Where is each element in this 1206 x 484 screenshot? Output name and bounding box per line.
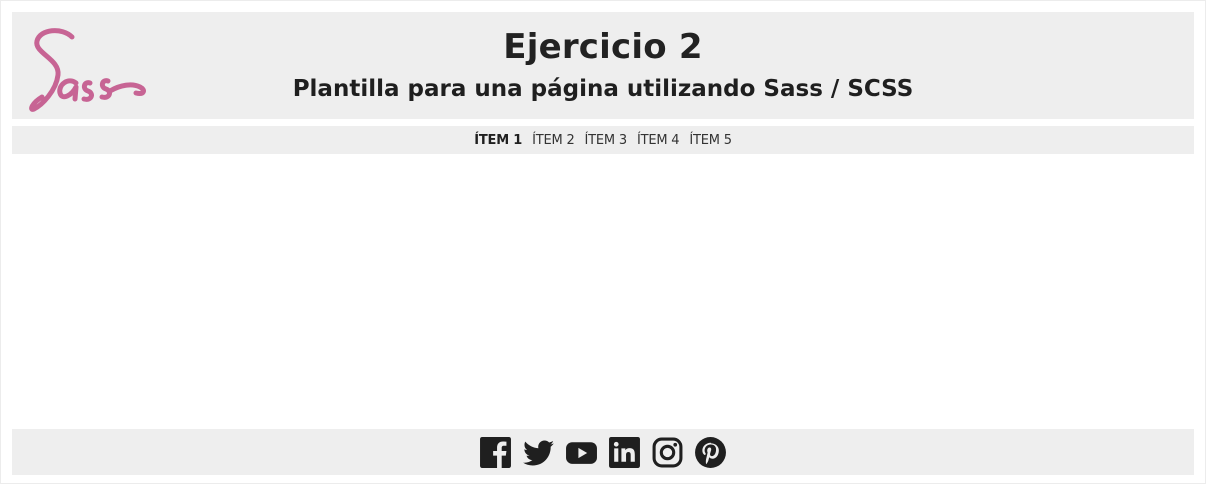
nav-item-4[interactable]: ÍTEM 4 <box>637 133 680 148</box>
twitter-icon[interactable] <box>522 436 555 469</box>
page-subtitle: Plantilla para una página utilizando Sas… <box>292 76 914 102</box>
pinterest-icon[interactable] <box>694 436 727 469</box>
linkedin-icon[interactable] <box>608 436 641 469</box>
social-footer <box>12 429 1194 475</box>
facebook-icon[interactable] <box>479 436 512 469</box>
nav-item-5[interactable]: ÍTEM 5 <box>689 133 732 148</box>
youtube-icon[interactable] <box>565 436 598 469</box>
nav-item-1[interactable]: ÍTEM 1 <box>474 133 522 148</box>
nav-item-2[interactable]: ÍTEM 2 <box>532 133 575 148</box>
page-header: Ejercicio 2 Plantilla para una página ut… <box>12 12 1194 119</box>
instagram-icon[interactable] <box>651 436 684 469</box>
main-nav: ÍTEM 1 ÍTEM 2 ÍTEM 3 ÍTEM 4 ÍTEM 5 <box>12 126 1194 154</box>
nav-item-3[interactable]: ÍTEM 3 <box>585 133 628 148</box>
page-frame: Ejercicio 2 Plantilla para una página ut… <box>0 0 1206 484</box>
page-title: Ejercicio 2 <box>503 27 703 67</box>
main-content <box>12 159 1194 425</box>
